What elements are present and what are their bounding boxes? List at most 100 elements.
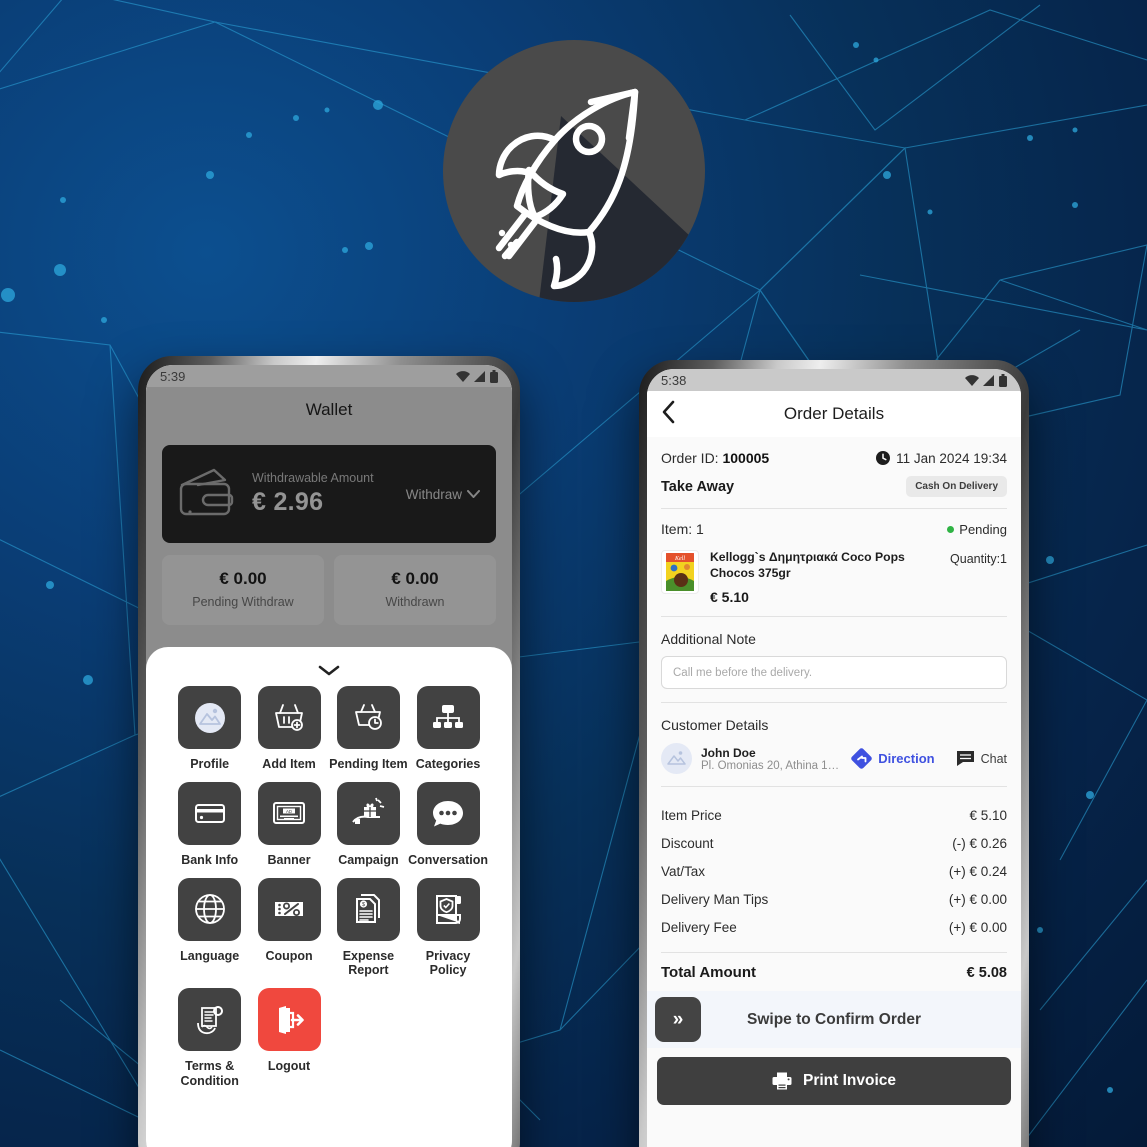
basket-clock-icon [355,703,383,730]
status-bar-right: 5:38 [647,369,1021,391]
document-money-icon: $ [356,894,381,923]
menu-item-profile[interactable]: Profile [170,686,249,772]
menu-item-label: Conversation [408,852,488,867]
price-row: Delivery Man Tips (+) € 0.00 [661,885,1007,913]
stat-pending-withdraw[interactable]: € 0.00 Pending Withdraw [162,555,324,625]
menu-tile[interactable] [257,877,321,941]
price-value: € 5.10 [969,807,1007,823]
globe-icon [194,894,225,924]
price-row: Vat/Tax (+) € 0.24 [661,857,1007,885]
menu-item-label: Add Item [262,757,316,771]
menu-item-bank-info[interactable]: Bank Info [170,781,249,868]
menu-tile[interactable] [178,781,242,845]
withdraw-label: Withdraw [405,486,462,502]
menu-item-logout[interactable]: Logout [249,988,328,1089]
back-chevron-icon [662,400,675,423]
avatar [661,743,692,775]
price-row: Delivery Fee (+) € 0.00 [661,913,1007,941]
menu-item-label: Logout [267,1059,311,1073]
menu-tile[interactable] [178,988,242,1051]
chat-button[interactable]: Chat [956,750,1007,767]
menu-item-label: Expense Report [342,948,395,978]
page-title: Order Details [783,404,885,423]
campaign-gift-icon [352,797,385,825]
order-app-bar: Order Details [647,391,1021,437]
price-label: Delivery Man Tips [661,891,769,907]
svg-text:Kell: Kell [674,556,685,562]
menu-tile[interactable] [178,877,242,941]
menu-tile[interactable] [416,877,480,941]
wifi-icon [965,374,979,386]
status-bar-left: 5:39 [146,365,512,387]
total-amount-row: Total Amount € 5.08 [661,953,1007,991]
menu-item-add-item[interactable]: Add Item [249,686,328,772]
menu-tile[interactable]: $ [336,877,400,941]
status-time: 5:38 [661,372,687,388]
order-id-label: Order ID: [661,450,719,466]
phone-left-wallet: 5:39 Wallet Withdrawable Amount € 2.96 W… [138,356,520,1147]
menu-item-coupon[interactable]: Coupon [249,877,328,979]
divider [661,616,1007,618]
menu-item-campaign[interactable]: Campaign [329,781,408,868]
order-body: Order ID: 100005 11 Jan 2024 19:34 Take … [647,437,1021,1147]
page-title: Wallet [305,400,353,419]
status-time: 5:39 [160,368,186,384]
product-quantity: Quantity:1 [950,552,1007,566]
stat-label: Withdrawn [385,595,445,609]
menu-tile[interactable] [416,686,480,749]
stat-value: € 0.00 [219,569,267,588]
item-count: Item: 1 [661,521,704,537]
product-name: Kellogg`s Δημητριακά Coco Pops Chocos 37… [710,550,905,580]
menu-item-label: Banner [267,852,311,867]
chevron-down-icon [318,665,340,676]
menu-item-label: Privacy Policy [425,948,471,978]
order-details-screen: Order Details Order ID: 100005 11 Jan 20… [647,391,1021,1147]
profile-image-icon [194,702,225,733]
menu-tile[interactable]: AD [257,781,321,845]
menu-item-privacy-policy[interactable]: Privacy Policy [408,877,488,979]
customer-details-title: Customer Details [661,717,769,734]
menu-tile[interactable] [257,686,321,749]
screenshot-stage: 5:39 Wallet Withdrawable Amount € 2.96 W… [0,0,1147,1147]
menu-tile[interactable] [257,988,321,1051]
sheet-collapse-button[interactable] [156,657,502,680]
menu-item-label: Pending Item [329,757,408,771]
battery-icon [490,369,498,383]
print-invoice-button[interactable]: Print Invoice [657,1057,1011,1106]
back-button[interactable] [661,400,676,429]
menu-item-expense-report[interactable]: $ Expense Report [329,877,408,979]
price-label: Delivery Fee [661,919,737,935]
menu-item-language[interactable]: Language [170,877,249,979]
direction-button[interactable]: Direction [851,748,935,769]
terms-hand-icon [196,1005,223,1034]
sitemap-icon [433,704,464,728]
menu-item-terms-condition[interactable]: Terms & Condition [170,988,249,1089]
swipe-to-confirm-slider[interactable]: » Swipe to Confirm Order [647,991,1021,1049]
menu-item-label: Categories [415,757,481,771]
app-logo [443,40,705,302]
clock-icon [876,451,891,465]
menu-item-banner[interactable]: AD Banner [249,781,328,868]
swipe-label: Swipe to Confirm Order [747,1010,921,1028]
payment-method-badge: Cash On Delivery [906,476,1007,497]
menu-tile[interactable] [416,781,480,845]
order-date-text: 11 Jan 2024 19:34 [896,450,1007,466]
menu-tile[interactable] [336,686,400,749]
menu-tile[interactable] [336,781,400,845]
menu-item-categories[interactable]: Categories [408,686,488,772]
additional-note-input[interactable]: Call me before the delivery. [661,656,1007,690]
wallet-stats-row: € 0.00 Pending Withdraw € 0.00 Withdrawn [162,555,496,625]
withdraw-button[interactable]: Withdraw [406,487,480,502]
status-text: Pending [959,521,1007,537]
menu-item-label: Coupon [265,948,313,963]
menu-item-conversation[interactable]: Conversation [408,781,488,868]
stat-withdrawn[interactable]: € 0.00 Withdrawn [334,555,496,625]
menu-tile[interactable] [178,686,242,749]
divider [661,702,1007,704]
order-type: Take Away [661,478,735,495]
stat-label: Pending Withdraw [192,595,294,609]
order-type-row: Take Away Cash On Delivery [661,476,1007,497]
battery-icon [999,373,1007,387]
menu-item-pending-item[interactable]: Pending Item [329,686,408,772]
item-count-row: Item: 1 Pending [661,521,1007,537]
